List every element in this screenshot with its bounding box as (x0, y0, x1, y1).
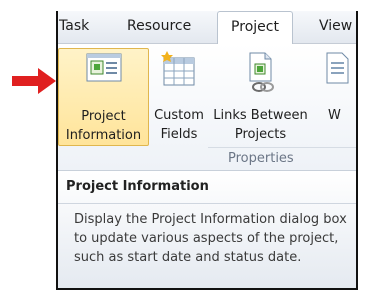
links-between-projects-label: Links Between Projects (213, 108, 308, 142)
tooltip-title: Project Information (66, 179, 209, 194)
tooltip-divider (58, 203, 356, 204)
project-info-icon (86, 53, 121, 82)
tab-view[interactable]: View (319, 18, 352, 34)
project-information-label: Project Information (65, 109, 142, 143)
tab-project[interactable]: Project (217, 11, 293, 45)
wbs-button[interactable]: W (320, 48, 356, 146)
ribbon-tab-strip: Task Resource Project View (58, 11, 356, 45)
custom-fields-button[interactable]: Custom Fields (151, 48, 207, 146)
wbs-icon (326, 52, 349, 84)
tooltip: Project Information Display the Project … (58, 172, 356, 288)
tab-task[interactable]: Task (59, 18, 89, 34)
group-label-properties: Properties (228, 151, 294, 166)
custom-fields-label: Custom Fields (154, 108, 204, 142)
group-separator (208, 147, 356, 148)
wbs-label: W (328, 108, 341, 123)
links-between-projects-button[interactable]: Links Between Projects (208, 48, 313, 146)
tab-resource[interactable]: Resource (127, 18, 191, 34)
red-arrow-icon (12, 68, 56, 94)
ribbon-frame: Task Resource Project View Project Inform… (56, 11, 358, 290)
links-between-projects-icon (249, 52, 274, 92)
tooltip-body: Display the Project Information dialog b… (74, 212, 347, 265)
project-information-button[interactable]: Project Information (58, 48, 149, 146)
custom-fields-icon (161, 51, 195, 86)
ribbon-panel: Project Information Custom Fields Links … (58, 44, 356, 171)
